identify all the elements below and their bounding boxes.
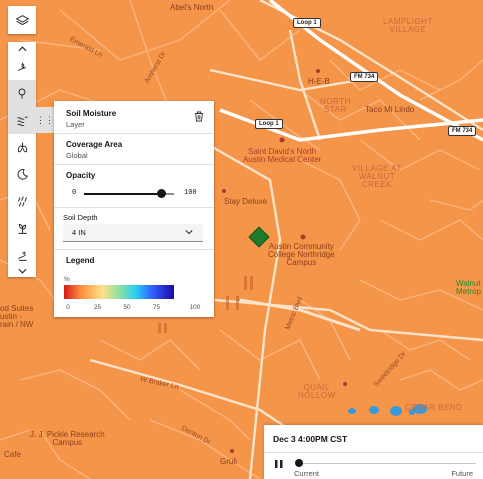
opacity-slider-fill bbox=[84, 193, 161, 195]
label-acc: Austin Community College Northridge Camp… bbox=[268, 242, 335, 267]
shield-fm734-right: FM 734 bbox=[448, 126, 477, 136]
opacity-slider[interactable] bbox=[84, 189, 174, 198]
timeline-panel: Dec 3 4:00PM CST Current Future bbox=[264, 425, 483, 479]
layer-toolbar bbox=[8, 42, 36, 277]
soil-depth-select[interactable]: 4 IN bbox=[63, 224, 203, 242]
opacity-min-label: 0 bbox=[72, 189, 77, 197]
label-cedar-bend: CEDAR BEND bbox=[405, 403, 463, 412]
rain-icon bbox=[17, 196, 27, 207]
timeline-slider-thumb[interactable] bbox=[295, 459, 303, 467]
chevron-down-icon bbox=[185, 230, 193, 235]
pause-icon[interactable] bbox=[274, 459, 284, 469]
moon-rain-icon bbox=[17, 169, 28, 180]
snowflake-icon bbox=[17, 251, 27, 261]
coverage-area-value: Global bbox=[66, 151, 88, 160]
pin-icon bbox=[18, 88, 26, 99]
legend-color-scale bbox=[64, 285, 174, 299]
lungs-icon bbox=[17, 142, 27, 153]
tool-wind-button[interactable] bbox=[8, 107, 36, 135]
label-abels-north: Abel's North bbox=[170, 3, 214, 12]
shield-loop1-top: Loop 1 bbox=[293, 18, 321, 28]
selected-point bbox=[248, 226, 270, 248]
layers-icon bbox=[15, 14, 29, 25]
label-od-suites: od Suites ustin - rain / NW bbox=[0, 304, 34, 329]
label-north-star: NORTH STAR bbox=[320, 97, 351, 114]
chevron-down-icon bbox=[18, 268, 26, 274]
tool-night-button[interactable] bbox=[8, 161, 36, 189]
drag-handle-icon[interactable]: ⋮⋮ bbox=[36, 107, 54, 133]
chevron-up-icon bbox=[18, 45, 26, 51]
label-heb: H-E-B bbox=[308, 77, 330, 86]
shield-fm734-top: FM 734 bbox=[350, 72, 379, 82]
divider bbox=[54, 207, 214, 208]
opacity-slider-thumb[interactable] bbox=[156, 189, 166, 198]
label-village-walnut: VILLAGE AT WALNUT CREEK bbox=[352, 164, 402, 189]
shield-loop1-mid: Loop 1 bbox=[255, 119, 283, 129]
tool-precipitation-button[interactable] bbox=[8, 188, 36, 216]
wind-icon bbox=[16, 116, 27, 127]
label-stay-deluxe: Stay Deluxe bbox=[224, 197, 268, 206]
layer-subtitle: Layer bbox=[66, 120, 85, 129]
divider bbox=[264, 452, 483, 453]
legend-tick-label: 25 bbox=[93, 304, 102, 311]
layers-button[interactable] bbox=[8, 6, 36, 34]
label-walnut-metro: Walnut Metrop bbox=[456, 279, 481, 296]
legend-tick-label: 75 bbox=[152, 304, 161, 311]
hand-drop-icon bbox=[17, 62, 26, 72]
divider bbox=[54, 133, 214, 134]
divider bbox=[54, 249, 214, 250]
label-lamplight-village: LAMPLIGHT VILLAGE bbox=[383, 17, 433, 34]
label-quail-hollow: QUAIL HOLLOW bbox=[298, 383, 336, 400]
label-jj-pickle: J. J. Pickle Research Campus bbox=[30, 430, 105, 447]
soil-depth-label: Soil Depth bbox=[63, 213, 98, 222]
timeline-future-label: Future bbox=[451, 469, 473, 478]
tool-air-quality-button[interactable] bbox=[8, 134, 36, 162]
timeline-datetime: Dec 3 4:00PM CST bbox=[273, 434, 348, 444]
soil-depth-value: 4 IN bbox=[72, 228, 86, 237]
tool-soil-moisture-button[interactable] bbox=[8, 54, 36, 82]
label-taco-mi-lindo: Taco Mi Lindo bbox=[365, 105, 415, 114]
label-cafe: Cafe bbox=[4, 450, 21, 459]
tool-location-button[interactable] bbox=[8, 80, 36, 108]
toolbar-scroll-down-button[interactable] bbox=[8, 264, 36, 277]
trash-icon[interactable] bbox=[194, 111, 204, 122]
layer-settings-panel: Soil Moisture Layer Coverage Area Global… bbox=[54, 101, 214, 317]
legend-tick-label: 0 bbox=[66, 304, 70, 311]
timeline-current-label: Current bbox=[294, 469, 320, 478]
opacity-max-label: 100 bbox=[184, 189, 197, 197]
tool-vegetation-button[interactable] bbox=[8, 215, 36, 243]
legend-unit: % bbox=[64, 276, 70, 283]
legend-tick-label: 50 bbox=[123, 304, 131, 311]
legend-tick-label: 100 bbox=[189, 304, 201, 311]
label-st-davids: Saint David's North Austin Medical Cente… bbox=[243, 147, 322, 164]
opacity-label: Opacity bbox=[66, 171, 96, 180]
label-gruli: Gruli bbox=[220, 457, 237, 466]
divider bbox=[54, 164, 214, 165]
timeline-slider[interactable] bbox=[298, 463, 476, 464]
layer-title: Soil Moisture bbox=[66, 109, 117, 118]
plant-icon bbox=[17, 223, 27, 234]
legend-label: Legend bbox=[66, 256, 95, 265]
coverage-area-label: Coverage Area bbox=[66, 140, 123, 149]
